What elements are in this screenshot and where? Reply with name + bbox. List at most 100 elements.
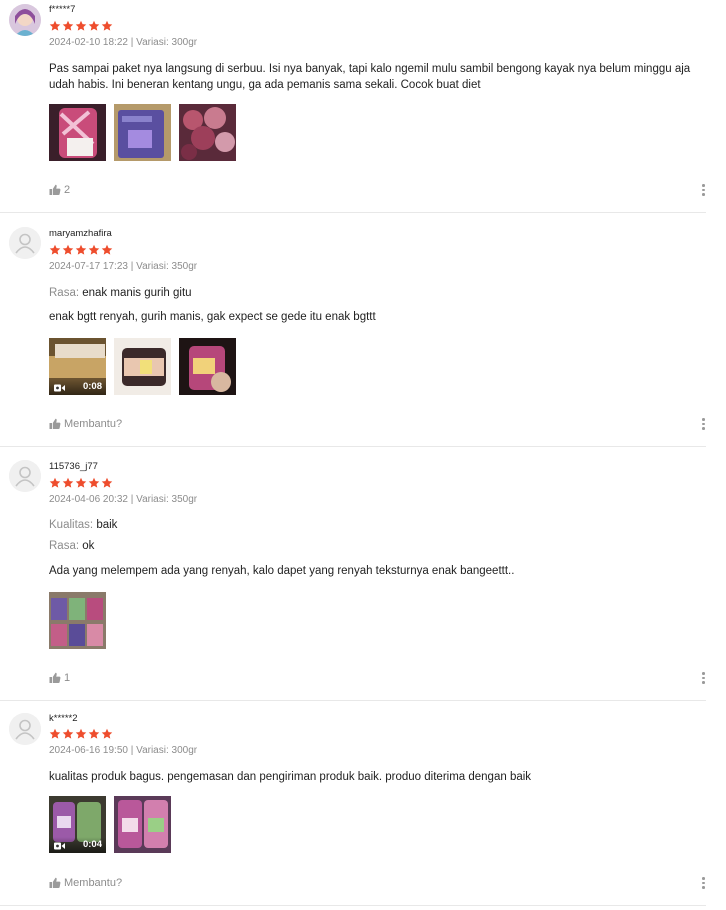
helpful-button[interactable]: Membantu? bbox=[49, 418, 122, 430]
profile-photo bbox=[9, 4, 41, 36]
star-rating bbox=[49, 20, 113, 32]
reviewer-username: k*****2 bbox=[49, 713, 78, 724]
star-rating bbox=[49, 477, 113, 489]
video-duration: 0:08 bbox=[82, 381, 102, 392]
more-options-button[interactable] bbox=[700, 183, 706, 197]
helpful-label: Membantu? bbox=[64, 877, 123, 889]
attribute-value: ok bbox=[82, 540, 95, 552]
reviewer-username: f*****7 bbox=[49, 4, 76, 15]
attribute-value: baik bbox=[96, 519, 118, 531]
review-attribute: Rasa: enak manis gurih gitu bbox=[49, 285, 694, 301]
more-vertical-icon bbox=[702, 193, 705, 196]
more-vertical-icon bbox=[702, 877, 705, 880]
review-date: 2024-07-17 17:23 bbox=[49, 261, 128, 272]
attribute-label: Kualitas: bbox=[49, 519, 94, 531]
review-variant: Variasi: 350gr bbox=[136, 261, 198, 272]
more-options-button[interactable] bbox=[700, 417, 706, 431]
avatar[interactable] bbox=[9, 460, 41, 492]
star-rating bbox=[49, 244, 113, 256]
star-icon bbox=[49, 477, 61, 488]
more-vertical-icon bbox=[702, 427, 705, 430]
review-meta: 2024-07-17 17:23 | Variasi: 350gr bbox=[49, 261, 197, 272]
star-icon bbox=[88, 728, 100, 739]
thumbs-up-icon bbox=[49, 672, 61, 683]
review-date: 2024-04-06 20:32 bbox=[49, 494, 128, 505]
review-photo[interactable] bbox=[179, 338, 236, 395]
review-photo[interactable] bbox=[49, 104, 106, 161]
star-icon bbox=[101, 477, 113, 488]
review-photo[interactable] bbox=[114, 796, 171, 853]
review-card: k*****2 2024-06-16 19:50 | Variasi: 300g… bbox=[0, 701, 706, 906]
avatar[interactable] bbox=[9, 4, 41, 36]
video-duration: 0:04 bbox=[82, 839, 102, 850]
more-options-button[interactable] bbox=[700, 876, 706, 890]
review-media: 0:08 bbox=[49, 338, 236, 395]
star-icon bbox=[101, 728, 113, 739]
review-comment: kualitas produk bagus. pengemasan dan pe… bbox=[49, 771, 532, 783]
review-meta: 2024-02-10 18:22 | Variasi: 300gr bbox=[49, 37, 197, 48]
reviewer-username: 115736_j77 bbox=[49, 461, 98, 472]
thumbs-up-icon bbox=[49, 184, 61, 195]
review-date: 2024-06-16 19:50 bbox=[49, 745, 128, 756]
star-icon bbox=[49, 20, 61, 31]
star-icon bbox=[62, 244, 74, 255]
meta-separator: | bbox=[130, 37, 134, 48]
review-photo[interactable] bbox=[114, 104, 171, 161]
review-meta: 2024-04-06 20:32 | Variasi: 350gr bbox=[49, 494, 197, 505]
avatar[interactable] bbox=[9, 713, 41, 745]
attribute-label: Rasa: bbox=[49, 540, 80, 552]
reviewer-username: maryamzhafira bbox=[49, 228, 112, 239]
star-icon bbox=[75, 477, 87, 488]
review-video[interactable]: 0:08 bbox=[49, 338, 106, 395]
more-vertical-icon bbox=[702, 184, 705, 187]
video-camera-icon bbox=[54, 842, 65, 850]
star-icon bbox=[88, 244, 100, 255]
avatar[interactable] bbox=[9, 227, 41, 259]
helpful-label: Membantu? bbox=[64, 418, 123, 430]
review-photo[interactable] bbox=[114, 338, 171, 395]
review-attribute: Kualitas: baik bbox=[49, 517, 694, 533]
star-icon bbox=[62, 728, 74, 739]
star-icon bbox=[88, 20, 100, 31]
helpful-button[interactable]: Membantu? bbox=[49, 877, 122, 889]
star-icon bbox=[101, 244, 113, 255]
star-icon bbox=[75, 728, 87, 739]
review-variant: Variasi: 300gr bbox=[136, 745, 198, 756]
more-vertical-icon bbox=[702, 672, 705, 675]
meta-separator: | bbox=[130, 261, 134, 272]
review-comment: Ada yang melempem ada yang renyah, kalo … bbox=[49, 565, 515, 577]
review-media: 0:04 bbox=[49, 796, 171, 853]
review-card: maryamzhafira 2024-07-17 17:23 | Variasi… bbox=[0, 213, 706, 447]
helpful-count: 2 bbox=[64, 184, 71, 196]
review-variant: Variasi: 300gr bbox=[136, 37, 198, 48]
user-silhouette-icon bbox=[9, 227, 41, 259]
more-options-button[interactable] bbox=[700, 671, 706, 685]
more-vertical-icon bbox=[702, 676, 705, 679]
more-vertical-icon bbox=[702, 881, 705, 884]
more-vertical-icon bbox=[702, 422, 705, 425]
attribute-value: enak manis gurih gitu bbox=[82, 287, 192, 299]
more-vertical-icon bbox=[702, 188, 705, 191]
star-icon bbox=[88, 477, 100, 488]
star-icon bbox=[101, 20, 113, 31]
review-comment: enak bgtt renyah, gurih manis, gak expec… bbox=[49, 311, 376, 323]
video-camera-icon bbox=[54, 384, 65, 392]
review-card: f*****7 2024-02-10 18:22 | Variasi: 300g… bbox=[0, 0, 706, 213]
review-photo[interactable] bbox=[49, 592, 106, 649]
helpful-button[interactable]: 2 bbox=[49, 184, 70, 196]
more-vertical-icon bbox=[702, 418, 705, 421]
review-video[interactable]: 0:04 bbox=[49, 796, 106, 853]
meta-separator: | bbox=[130, 494, 134, 505]
attribute-label: Rasa: bbox=[49, 287, 80, 299]
star-icon bbox=[49, 244, 61, 255]
star-rating bbox=[49, 728, 113, 740]
review-photo[interactable] bbox=[179, 104, 236, 161]
star-icon bbox=[62, 477, 74, 488]
more-vertical-icon bbox=[702, 886, 705, 889]
helpful-button[interactable]: 1 bbox=[49, 672, 70, 684]
star-icon bbox=[62, 20, 74, 31]
review-attribute: Rasa: ok bbox=[49, 538, 694, 554]
review-meta: 2024-06-16 19:50 | Variasi: 300gr bbox=[49, 745, 197, 756]
thumbs-up-icon bbox=[49, 418, 61, 429]
star-icon bbox=[75, 20, 87, 31]
